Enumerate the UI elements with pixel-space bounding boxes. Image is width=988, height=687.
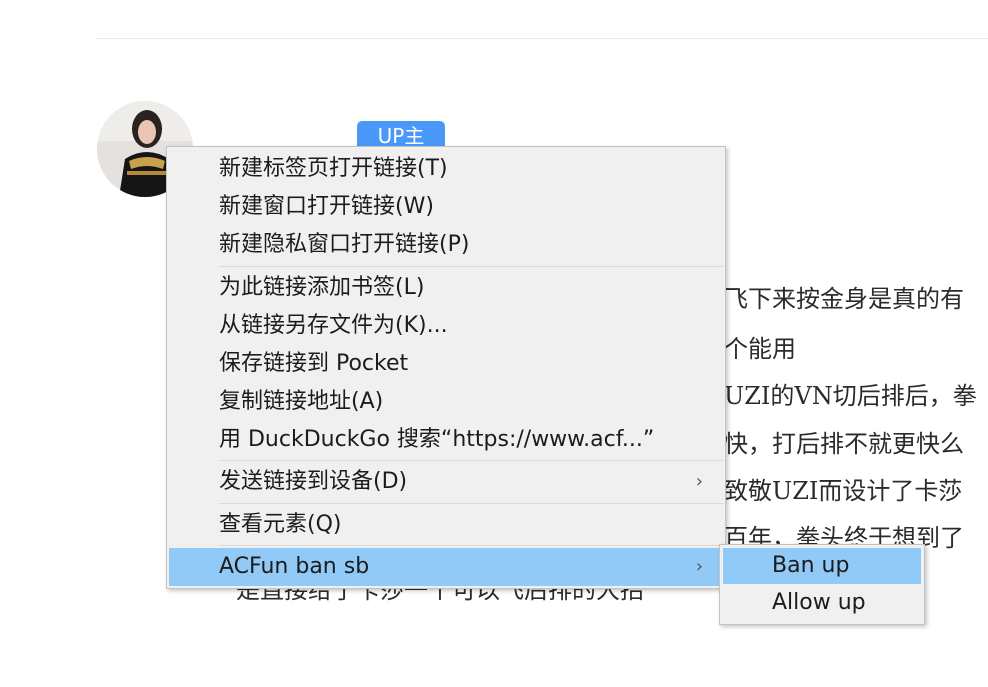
menu-item-label: 为此链接添加书签(L) bbox=[219, 275, 425, 300]
submenu-ban-up[interactable]: Ban up bbox=[723, 548, 921, 584]
menu-open-new-window[interactable]: 新建窗口打开链接(W) bbox=[169, 188, 723, 226]
comment-line: 致敬UZI而设计了卡莎 bbox=[724, 477, 963, 505]
menu-send-to-device[interactable]: 发送链接到设备(D) › bbox=[169, 463, 723, 501]
menu-separator bbox=[219, 460, 723, 461]
menu-item-label: 从链接另存文件为(K)... bbox=[219, 313, 448, 338]
acfun-submenu: Ban up Allow up bbox=[719, 544, 925, 625]
context-menu: 新建标签页打开链接(T) 新建窗口打开链接(W) 新建隐私窗口打开链接(P) 为… bbox=[166, 146, 726, 589]
menu-item-label: 用 DuckDuckGo 搜索“https://www.acf...” bbox=[219, 427, 655, 452]
menu-save-to-pocket[interactable]: 保存链接到 Pocket bbox=[169, 345, 723, 383]
top-divider bbox=[97, 38, 988, 39]
menu-acfun-ban[interactable]: ACFun ban sb › bbox=[169, 548, 723, 586]
menu-copy-link[interactable]: 复制链接地址(A) bbox=[169, 383, 723, 421]
chevron-right-icon: › bbox=[695, 471, 703, 492]
menu-inspect-element[interactable]: 查看元素(Q) bbox=[169, 506, 723, 544]
menu-item-label: 新建窗口打开链接(W) bbox=[219, 194, 434, 219]
menu-separator bbox=[219, 545, 723, 546]
submenu-item-label: Allow up bbox=[772, 590, 866, 615]
chevron-right-icon: › bbox=[695, 556, 703, 577]
comment-line: 飞下来按金身是真的有 bbox=[724, 285, 964, 313]
menu-open-new-tab[interactable]: 新建标签页打开链接(T) bbox=[169, 150, 723, 188]
menu-item-label: 保存链接到 Pocket bbox=[219, 351, 409, 376]
menu-item-label: 新建标签页打开链接(T) bbox=[219, 156, 448, 181]
menu-item-label: ACFun ban sb bbox=[219, 554, 370, 579]
comment-line: UZI的VN切后排后，拳 bbox=[724, 382, 977, 410]
menu-bookmark-link[interactable]: 为此链接添加书签(L) bbox=[169, 269, 723, 307]
menu-item-label: 新建隐私窗口打开链接(P) bbox=[219, 232, 470, 257]
menu-item-label: 复制链接地址(A) bbox=[219, 389, 384, 414]
menu-separator bbox=[219, 266, 723, 267]
submenu-item-label: Ban up bbox=[772, 553, 850, 578]
menu-search-duckduckgo[interactable]: 用 DuckDuckGo 搜索“https://www.acf...” bbox=[169, 421, 723, 459]
comment-line: 快，打后排不就更快么 bbox=[724, 430, 964, 458]
menu-open-private-window[interactable]: 新建隐私窗口打开链接(P) bbox=[169, 226, 723, 264]
comment-line: 个能用 bbox=[724, 335, 796, 363]
menu-save-link-as[interactable]: 从链接另存文件为(K)... bbox=[169, 307, 723, 345]
menu-separator bbox=[219, 503, 723, 504]
menu-item-label: 查看元素(Q) bbox=[219, 512, 342, 537]
submenu-allow-up[interactable]: Allow up bbox=[723, 585, 921, 621]
menu-item-label: 发送链接到设备(D) bbox=[219, 469, 408, 494]
